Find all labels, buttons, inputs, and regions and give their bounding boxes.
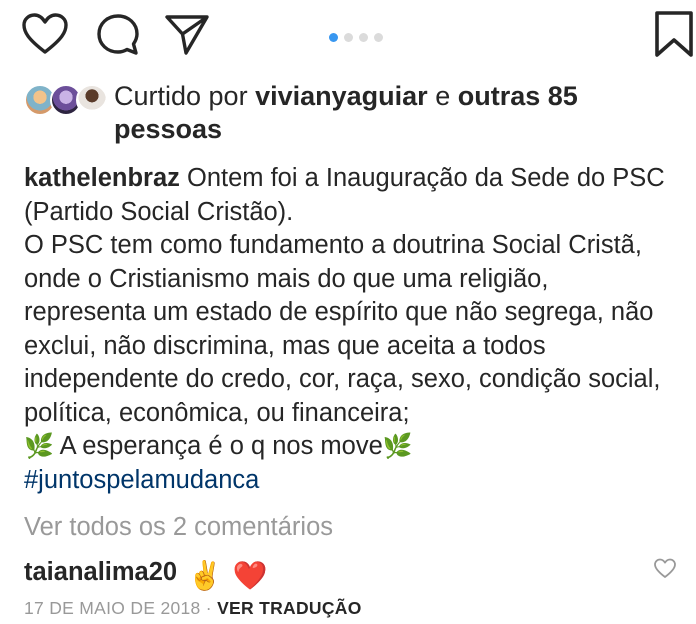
post-meta: 17 DE MAIO DE 2018 · VER TRADUÇÃO [24,597,362,619]
comment-username-link[interactable]: taianalima20 [24,558,177,586]
caption-line-2: O PSC tem como fundamento a doutrina Soc… [24,231,661,427]
carousel-dot-active [329,33,338,43]
caption-paragraph-3: 🌿 A esperança é o q nos move🌿 [24,430,674,464]
caption-paragraph-2: O PSC tem como fundamento a doutrina Soc… [24,229,674,430]
victory-hand-emoji: ✌️ [187,560,223,592]
caption-paragraph-4: #juntospelamudanca [24,464,674,498]
caption-paragraph-1: kathelenbraz Ontem foi a Inauguração da … [24,162,674,229]
carousel-dot [344,33,353,43]
likes-prefix: Curtido por [114,81,248,111]
likes-text: Curtido por vivianyaguiar e outras 85 pe… [114,80,634,146]
caption-author-link[interactable]: kathelenbraz [24,164,180,192]
likes-joiner: e [435,81,451,111]
carousel-indicator [329,29,389,43]
paper-plane-icon[interactable] [164,12,210,58]
leaf-emoji: 🌿 [382,433,413,460]
red-heart-emoji: ❤️ [232,560,268,592]
post-date: 17 DE MAIO DE 2018 [24,598,201,618]
caption-line-3: A esperança é o q nos move [53,432,383,460]
comment-item: taianalima20 ✌️ ❤️ [24,554,676,594]
avatar [76,84,108,116]
heart-icon[interactable] [22,12,68,58]
comment-icon[interactable] [95,12,141,58]
likes-others-suffix[interactable]: pessoas [114,114,222,144]
liker-username-link[interactable]: vivianyaguiar [255,81,428,111]
leaf-emoji: 🌿 [24,433,54,460]
see-translation-link[interactable]: VER TRADUÇÃO [217,598,362,618]
comment-like-heart-icon[interactable] [654,558,676,580]
carousel-dot [374,33,383,43]
carousel-dot [359,33,368,43]
hashtag-link[interactable]: #juntospelamudanca [24,466,259,494]
meta-separator: · [205,598,212,618]
post-caption: kathelenbraz Ontem foi a Inauguração da … [24,162,674,497]
liker-avatars [24,84,108,116]
post-action-bar [0,0,696,70]
bookmark-icon[interactable] [654,10,694,58]
view-all-comments-link[interactable]: Ver todos os 2 comentários [24,511,333,543]
likes-others[interactable]: outras 85 [458,81,578,111]
